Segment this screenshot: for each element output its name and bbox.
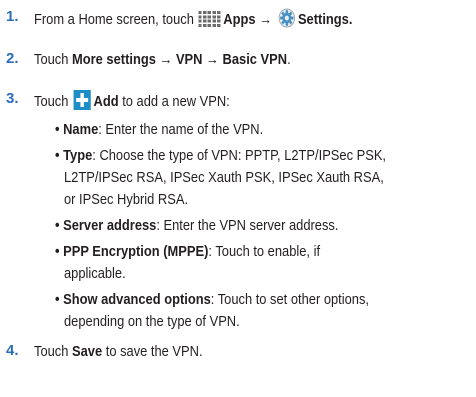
bullet-ppp-encryption-label: PPP Encryption (MPPE) <box>63 243 209 260</box>
bullet-ppp-encryption: • PPP Encryption (MPPE): Touch to enable… <box>55 243 321 260</box>
step-2-text: Touch More settings → VPN → Basic VPN. <box>34 51 291 68</box>
bullet-show-advanced-options-line-2: depending on the type of VPN. <box>64 313 240 330</box>
step-4-text: Touch Save to save the VPN. <box>34 343 203 360</box>
instruction-page: 1. From a Home screen, touch Apps → Sett… <box>0 0 476 397</box>
step-3-number: 3. <box>6 90 19 107</box>
bullet-show-advanced-options: • Show advanced options: Touch to set ot… <box>55 291 370 308</box>
step-2-number: 2. <box>6 50 19 67</box>
plus-icon <box>73 90 91 110</box>
bullet-type-line-3: or IPSec Hybrid RSA. <box>64 191 189 208</box>
step-1-text: From a Home screen, touch Apps → Setting… <box>34 8 404 30</box>
step-3-prefix: Touch <box>34 93 69 110</box>
bullet-type-label: Type <box>63 147 93 164</box>
bullet-type: • Type: Choose the type of VPN: PPTP, L2… <box>55 147 387 164</box>
bullet-ppp-encryption-line-2: applicable. <box>64 265 126 282</box>
apps-label: Apps <box>223 11 256 28</box>
step-4-prefix: Touch <box>34 343 69 360</box>
save-label: Save <box>72 343 103 360</box>
bullet-show-advanced-options-label: Show advanced options <box>63 291 211 308</box>
step-4-number: 4. <box>6 342 19 359</box>
bullet-server-address: • Server address: Enter the VPN server a… <box>55 217 339 234</box>
bullet-name: • Name: Enter the name of the VPN. <box>55 121 264 138</box>
arrow: → <box>259 11 273 28</box>
bullet-server-address-label: Server address <box>63 217 157 234</box>
gear-icon <box>278 8 295 28</box>
bullet-type-line-2: L2TP/IPSec RSA, IPSec Xauth PSK, IPSec X… <box>64 169 384 186</box>
step-3-text: Touch Add to add a new VPN: <box>34 90 262 112</box>
bullet-name-label: Name <box>63 121 99 138</box>
step-2-prefix: Touch <box>34 51 69 68</box>
apps-grid-icon <box>198 11 221 27</box>
settings-path: More settings → VPN → Basic VPN <box>72 51 288 68</box>
settings-label: Settings <box>297 11 349 28</box>
step-1-number: 1. <box>6 8 19 25</box>
step-1-prefix: From a Home screen, touch <box>34 11 194 28</box>
add-label: Add <box>93 93 119 110</box>
